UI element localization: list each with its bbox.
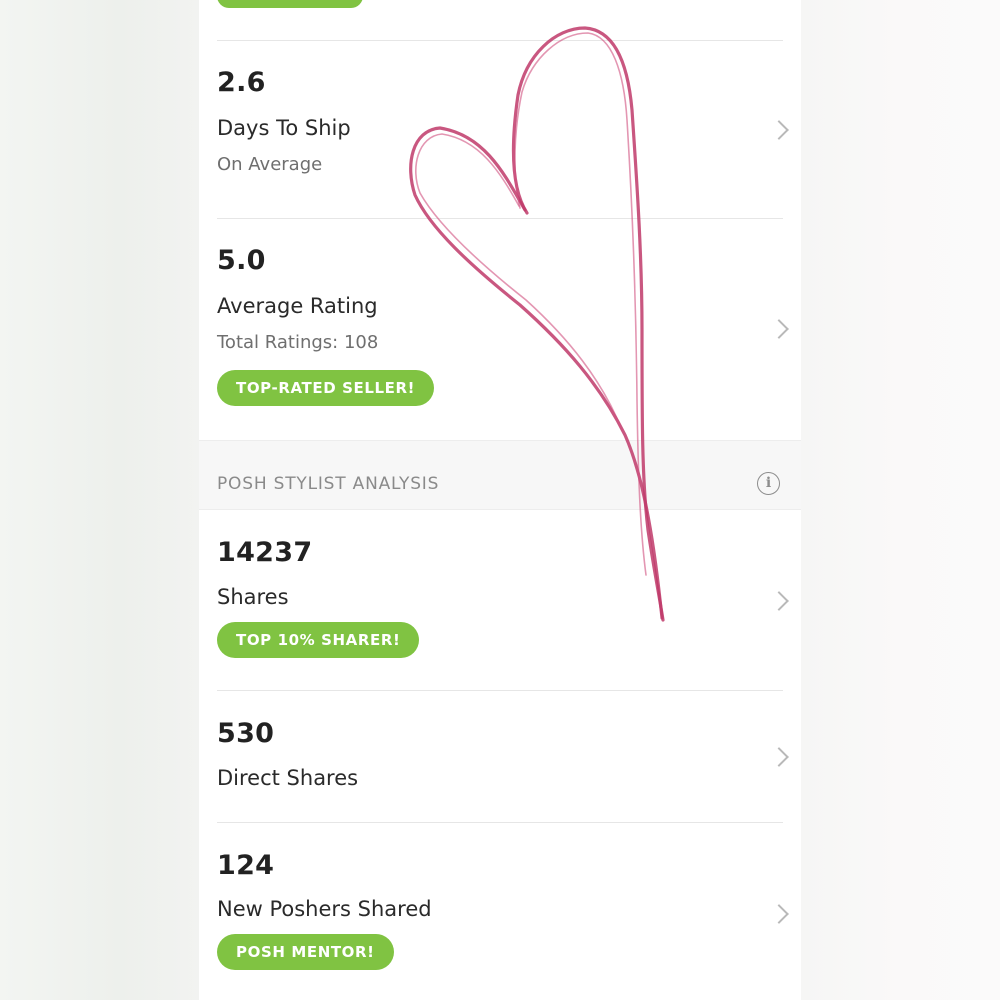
stat-row-new-poshers-shared[interactable]: 124 New Poshers Shared POSH MENTOR!: [199, 822, 801, 1000]
stat-row-direct-shares[interactable]: 530 Direct Shares: [199, 690, 801, 822]
chevron-right-icon: [769, 904, 789, 924]
row-divider: [217, 690, 783, 691]
stat-value: 5.0: [217, 245, 266, 276]
stat-label: Shares: [217, 585, 289, 609]
row-divider: [217, 218, 783, 219]
top-sharer-badge: TOP 10% SHARER!: [217, 622, 420, 658]
chevron-right-icon: [769, 120, 789, 140]
posh-mentor-badge: POSH MENTOR!: [217, 934, 394, 970]
chevron-right-icon: [769, 747, 789, 767]
info-icon[interactable]: i: [757, 472, 780, 495]
background-right: [801, 0, 1000, 1000]
stat-row-days-to-ship[interactable]: 2.6 Days To Ship On Average: [199, 40, 801, 218]
section-title: POSH STYLIST ANALYSIS: [217, 474, 440, 494]
stat-label: Average Rating: [217, 294, 378, 318]
stat-row-shares[interactable]: 14237 Shares TOP 10% SHARER!: [199, 510, 801, 690]
chevron-right-icon: [769, 319, 789, 339]
previous-badge-partial: [217, 0, 363, 8]
background-left: [0, 0, 200, 1000]
stat-value: 530: [217, 718, 275, 749]
section-header: POSH STYLIST ANALYSIS i: [199, 440, 801, 510]
stat-value: 124: [217, 850, 275, 881]
stat-value: 14237: [217, 537, 313, 568]
top-rated-seller-badge: TOP-RATED SELLER!: [217, 370, 435, 406]
stat-sublabel: On Average: [217, 154, 323, 175]
chevron-right-icon: [769, 591, 789, 611]
stat-value: 2.6: [217, 67, 266, 98]
stat-label: Days To Ship: [217, 116, 351, 140]
stat-sublabel: Total Ratings: 108: [217, 332, 379, 353]
stat-label: Direct Shares: [217, 766, 359, 790]
stats-panel: 2.6 Days To Ship On Average 5.0 Average …: [199, 0, 801, 1000]
row-divider: [217, 40, 783, 41]
stat-label: New Poshers Shared: [217, 897, 432, 921]
stat-row-average-rating[interactable]: 5.0 Average Rating Total Ratings: 108 TO…: [199, 218, 801, 440]
row-divider: [217, 822, 783, 823]
